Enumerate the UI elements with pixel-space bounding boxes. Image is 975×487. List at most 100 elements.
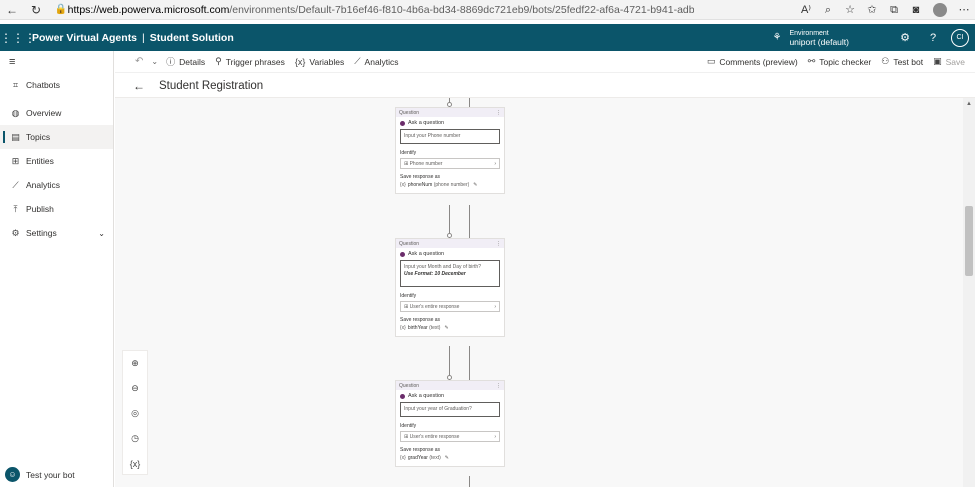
user-avatar[interactable]: CI [951, 28, 969, 47]
save-response-label: Save response as [400, 174, 441, 180]
zoom-out-icon[interactable]: ⊖ [123, 376, 147, 401]
app-header: ⋮⋮⋮ Power Virtual Agents | Student Solutio… [0, 24, 975, 51]
topic-checker-button[interactable]: ⚯ Topic checker [808, 56, 872, 67]
question-node[interactable]: Question ⋮ Ask a question Input your Phon… [395, 107, 505, 194]
save-response-label: Save response as [400, 447, 441, 453]
comments-button[interactable]: ▭ Comments (preview) [707, 56, 798, 67]
environment-icon: ⚘ [772, 32, 782, 43]
connector-line [469, 476, 470, 487]
sidebar-item-overview[interactable]: ◍ Overview [0, 101, 113, 125]
save-variable[interactable]: {x} phoneNum (phone number) ✎ [400, 182, 500, 188]
favorite-add-icon[interactable]: ☆ [839, 0, 861, 20]
chevron-down-icon[interactable]: ⌄ [151, 57, 158, 66]
help-icon[interactable]: ? [919, 32, 947, 44]
refresh-icon[interactable]: ↻ [24, 0, 48, 20]
question-text[interactable]: Input your Phone number [400, 129, 500, 144]
node-header: Question ⋮ [396, 108, 504, 117]
settings-gear-icon[interactable]: ⚙ [891, 31, 919, 44]
edit-pencil-icon[interactable]: ✎ [473, 182, 477, 188]
url-text: https://web.powerva.microsoft.com/enviro… [67, 3, 694, 16]
collections-icon[interactable]: ⧉ [883, 0, 905, 20]
message-dot-icon [400, 393, 405, 399]
variables-button[interactable]: {x} Variables [295, 57, 344, 67]
zoom-icon[interactable]: ⌕ [817, 0, 839, 20]
identify-label: Identify [400, 293, 417, 299]
trigger-icon: ⚲ [215, 56, 222, 66]
page-title: Student Registration [159, 79, 264, 92]
chatbots-icon: ⌗ [12, 79, 19, 90]
bot-icon: ⚇ [881, 56, 890, 66]
question-node[interactable]: Question ⋮ Ask a question Input your year… [395, 380, 505, 467]
back-arrow-icon[interactable]: ← [133, 79, 149, 93]
edit-pencil-icon[interactable]: ✎ [444, 325, 448, 331]
scroll-up-icon[interactable]: ▲ [963, 98, 975, 110]
message-dot-icon [400, 120, 405, 126]
trigger-phrases-button[interactable]: ⚲ Trigger phrases [215, 56, 285, 67]
chevron-down-icon: ⌄ [98, 228, 105, 238]
message-dot-icon [400, 251, 405, 257]
sidebar-item-topics[interactable]: ▤ Topics [0, 125, 113, 149]
test-bot-button[interactable]: ⚇ Test bot [881, 56, 923, 67]
comment-icon: ▭ [706, 56, 716, 66]
canvas-zoom-controls: ⊕ ⊖ ◎ ◷ {x} [122, 350, 148, 475]
back-arrow-icon[interactable]: ← [0, 0, 24, 20]
ask-question-label: Ask a question [400, 251, 500, 257]
history-icon[interactable]: ◷ [123, 426, 147, 451]
question-text[interactable]: Input your Month and Day of birth? Use Fo… [400, 260, 500, 287]
topic-toolbar: ↶ ⌄ ⓘ Details ⚲ Trigger phrases {x} Variabl… [115, 51, 975, 73]
question-text[interactable]: Input your year of Graduation? [400, 402, 500, 417]
sidebar-item-entities[interactable]: ⊞ Entities [0, 149, 113, 173]
sidebar-item-settings[interactable]: ⚙ Settings ⌄ [0, 221, 113, 245]
nav-collapse-icon[interactable]: ≡ [0, 51, 113, 73]
more-options-icon[interactable]: ⋮ [496, 383, 501, 389]
page-header: ← Student Registration [115, 74, 975, 98]
connector-line [469, 205, 470, 238]
authoring-canvas[interactable]: Question ⋮ Ask a question Input your Phon… [115, 98, 963, 487]
more-options-icon[interactable]: ⋮ [496, 110, 501, 116]
identify-dropdown[interactable]: ⊞ Phone number › [400, 158, 500, 169]
analytics-button[interactable]: ⟋ Analytics [354, 56, 398, 67]
topics-icon: ▤ [11, 131, 20, 142]
save-button[interactable]: ▣ Save [933, 56, 965, 67]
environment-picker[interactable]: Environment uniport (default) [789, 29, 849, 47]
app-launcher-icon[interactable]: ⋮⋮⋮ [0, 31, 36, 45]
browser-profile-avatar[interactable] [933, 2, 947, 17]
left-nav: ≡ ⌗ Chatbots ◍ Overview ▤ Topics ⊞ Entities … [0, 51, 114, 487]
edit-pencil-icon[interactable]: ✎ [445, 455, 449, 461]
question-node[interactable]: Question ⋮ Ask a question Input your Mont… [395, 238, 505, 337]
connector-line [469, 346, 470, 380]
chevron-right-icon: › [494, 433, 496, 440]
topic-checker-icon: ⚯ [807, 56, 816, 66]
test-your-bot-button[interactable]: ☺ Test your bot [5, 467, 75, 482]
sidebar-item-chatbots[interactable]: ⌗ Chatbots [0, 73, 113, 97]
favorites-icon[interactable]: ✩ [861, 0, 883, 20]
sidebar-item-publish[interactable]: ⤒ Publish [0, 197, 113, 221]
read-aloud-icon[interactable]: A⁾ [795, 0, 817, 20]
identify-dropdown[interactable]: ⊞ User's entire response › [400, 431, 500, 442]
save-variable[interactable]: {x} birthYear (text) ✎ [400, 325, 500, 331]
more-options-icon[interactable]: ⋯ [953, 0, 975, 20]
undo-icon[interactable]: ↶ [135, 56, 143, 67]
identify-dropdown[interactable]: ⊞ User's entire response › [400, 301, 500, 312]
variables-icon: {x} [294, 56, 306, 67]
browser-bar: ← ↻ 🔒 https://web.powerva.microsoft.com/… [0, 0, 975, 20]
app-title: Power Virtual Agents | Student Solution [32, 31, 234, 44]
analytics-icon: ⟋ [354, 56, 361, 66]
sidebar-item-analytics[interactable]: ⟋ Analytics [0, 173, 113, 197]
extension-icon[interactable]: ◙ [905, 0, 927, 20]
vertical-scrollbar[interactable]: ▲ [963, 98, 975, 487]
entities-icon: ⊞ [11, 155, 20, 166]
settings-icon: ⚙ [11, 227, 20, 238]
save-response-label: Save response as [400, 317, 441, 323]
zoom-in-icon[interactable]: ⊕ [123, 351, 147, 376]
fit-to-screen-icon[interactable]: ◎ [123, 401, 147, 426]
variables-icon[interactable]: {x} [123, 451, 147, 476]
chevron-right-icon: › [494, 160, 496, 167]
scrollbar-thumb[interactable] [965, 206, 973, 276]
more-options-icon[interactable]: ⋮ [496, 241, 501, 247]
ask-question-label: Ask a question [400, 393, 500, 399]
identify-label: Identify [400, 423, 417, 429]
save-variable[interactable]: {x} gradYear (text) ✎ [400, 455, 500, 461]
details-button[interactable]: ⓘ Details [166, 55, 205, 68]
address-bar[interactable]: 🔒 https://web.powerva.microsoft.com/envi… [54, 2, 694, 18]
